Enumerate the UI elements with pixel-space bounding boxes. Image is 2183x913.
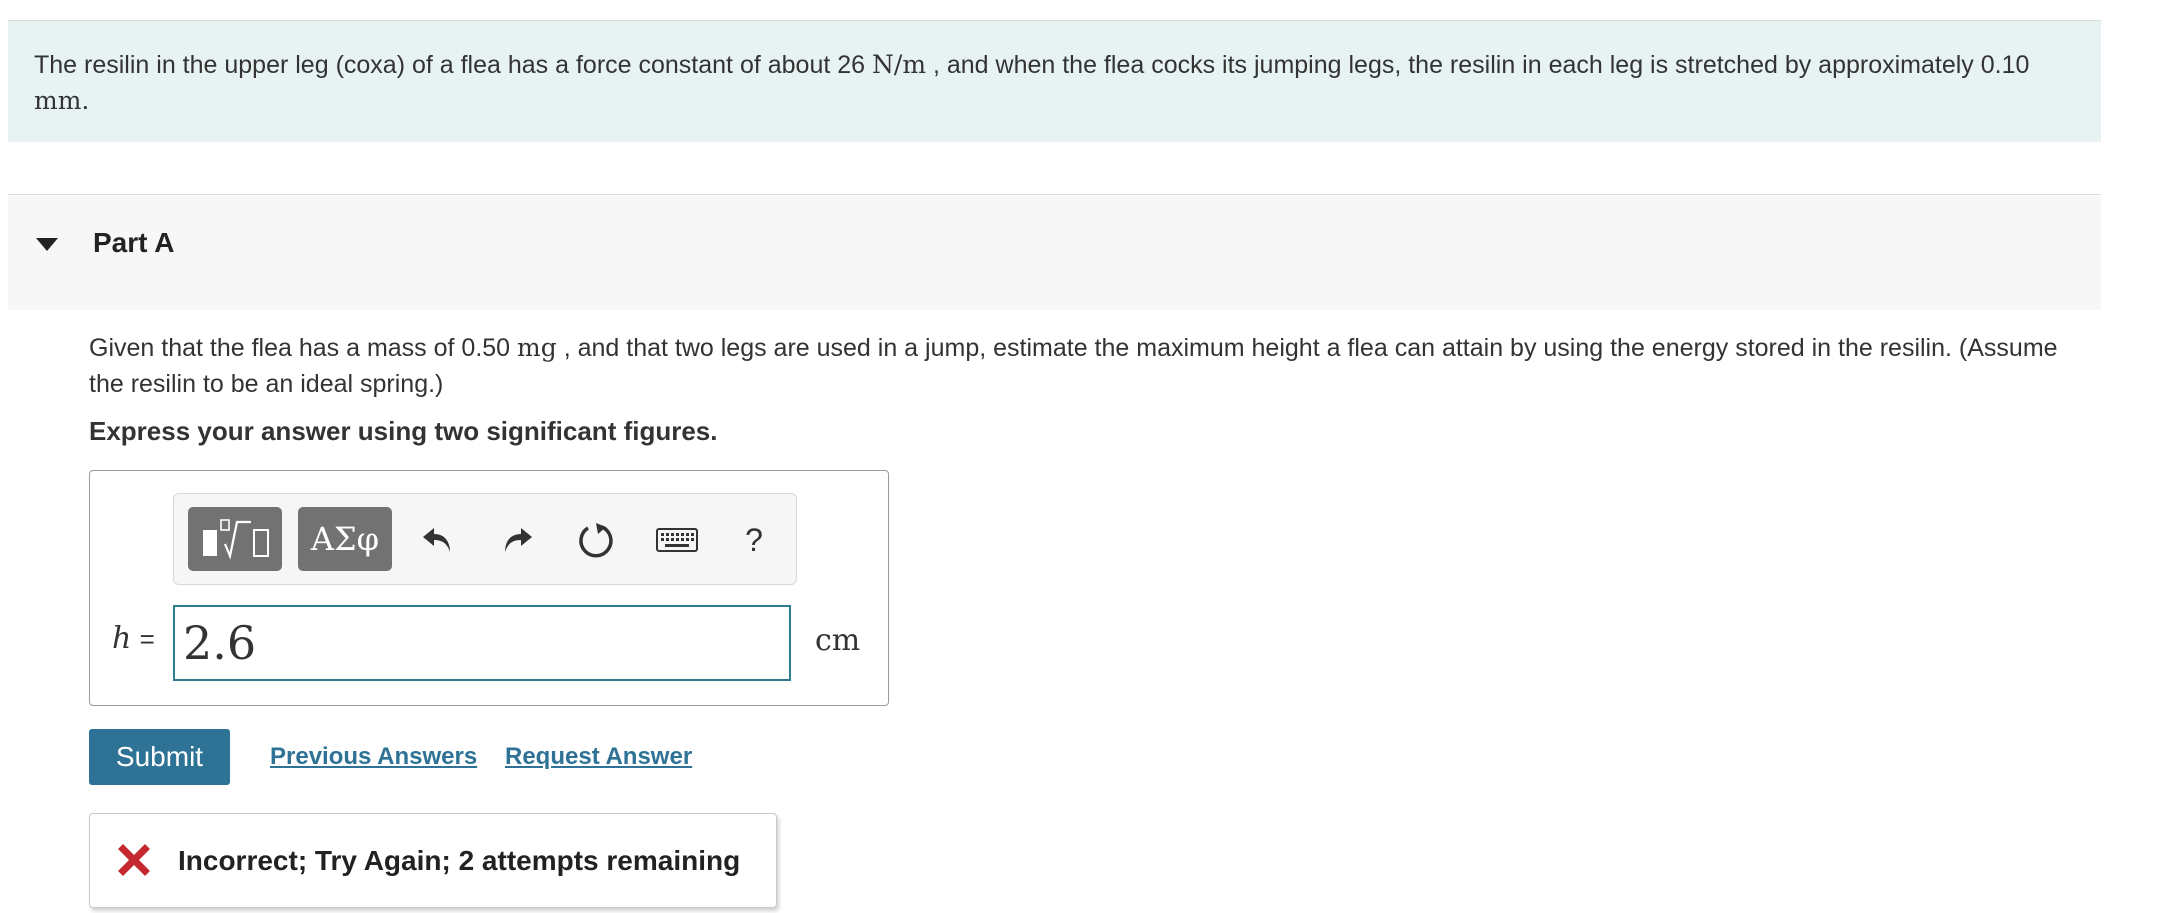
reset-icon[interactable]: [576, 520, 616, 560]
keyboard-icon[interactable]: [654, 520, 700, 560]
intro-text-3: .: [81, 86, 90, 115]
part-title: Part A: [93, 227, 175, 258]
collapse-triangle-icon[interactable]: [36, 238, 58, 251]
answer-box: ΑΣφ ? h = 2.6 cm: [89, 470, 889, 706]
question-text-1: Given that the flea has a mass of 0.50: [89, 334, 518, 362]
redo-icon[interactable]: [497, 520, 537, 560]
variable-symbol: h: [112, 621, 132, 656]
incorrect-x-icon: [118, 844, 150, 881]
undo-icon[interactable]: [418, 520, 458, 560]
part-a-header[interactable]: Part A: [8, 194, 2101, 310]
math-toolbar: ΑΣφ ?: [173, 493, 797, 585]
request-answer-link[interactable]: Request Answer: [505, 743, 692, 771]
intro-unit-force-constant: N/m: [872, 50, 927, 79]
previous-answers-link[interactable]: Previous Answers: [270, 743, 477, 771]
greek-symbols-button[interactable]: ΑΣφ: [298, 507, 392, 571]
equals-sign: =: [139, 624, 155, 654]
submit-button[interactable]: Submit: [89, 729, 230, 785]
intro-text-1: The resilin in the upper leg (coxa) of a…: [34, 51, 873, 79]
question-text: Given that the flea has a mass of 0.50 m…: [89, 330, 2099, 402]
help-button[interactable]: ?: [734, 520, 774, 560]
answer-input[interactable]: 2.6: [173, 605, 791, 681]
problem-intro: The resilin in the upper leg (coxa) of a…: [8, 20, 2101, 142]
feedback-box: Incorrect; Try Again; 2 attempts remaini…: [89, 813, 777, 908]
question-unit-mass: mg: [517, 333, 557, 362]
feedback-message: Incorrect; Try Again; 2 attempts remaini…: [178, 845, 741, 876]
intro-text-2: , and when the flea cocks its jumping le…: [926, 51, 2030, 79]
answer-instruction: Express your answer using two significan…: [89, 416, 718, 446]
variable-label: h =: [112, 621, 155, 656]
intro-unit-stretch: mm: [34, 86, 82, 115]
answer-unit: cm: [815, 623, 861, 658]
templates-icon[interactable]: [188, 507, 282, 571]
